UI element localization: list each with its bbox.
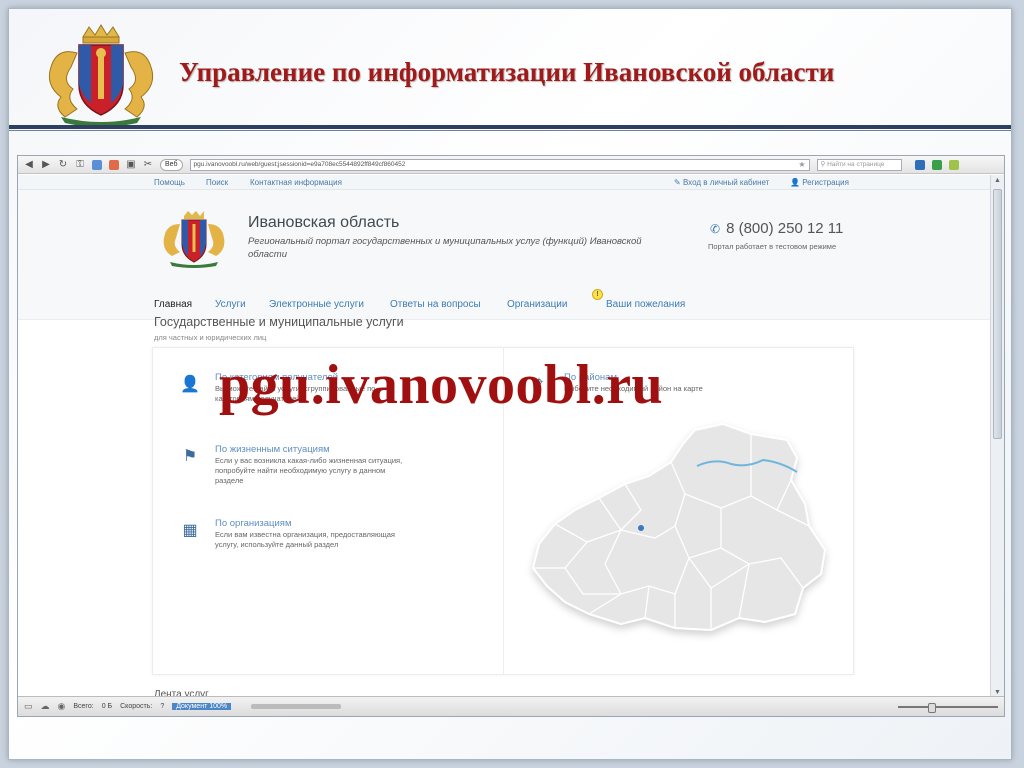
category-organizations-title[interactable]: По организациям [215,518,291,529]
person-icon: 👤 [180,376,200,393]
site-name: Ивановская область [248,214,400,231]
speed-dial-icon[interactable]: ◉ [58,701,66,712]
reload-icon[interactable]: ↻ [58,159,68,170]
category-organizations[interactable]: ▦ По организациям Если вам известна орга… [180,518,420,558]
slide: Управление по информатизации Ивановской … [8,8,1012,760]
web-page: Помощь Поиск Контактная информация ✎ Вхо… [18,175,990,698]
tools-icon[interactable]: ✂ [143,159,153,170]
total-value: 0 Б [101,703,113,710]
phone-number: ✆ 8 (800) 250 12 11 [710,220,843,237]
header-divider [9,125,1011,129]
site-header: Ивановская область Региональный портал г… [18,190,990,290]
building-icon: ▦ [182,522,198,539]
help-link[interactable]: Помощь [154,178,185,187]
save-icon[interactable] [914,159,925,170]
panel-icon[interactable]: ▭ [24,701,33,712]
coat-of-arms-logo [48,24,154,127]
image-icon[interactable]: ▣ [126,159,136,170]
register-link[interactable]: 👤 Регистрация [790,178,849,187]
horizontal-scrollbar[interactable] [251,704,342,709]
translate-icon[interactable] [931,159,942,170]
flag-icon: ⚑ [182,448,198,465]
overlay-url: pgu.ivanovoobl.ru [219,354,664,416]
scroll-down-icon[interactable]: ▼ [994,689,1001,696]
star-icon[interactable]: ★ [798,160,805,170]
map-marker[interactable] [638,525,644,531]
address-bar[interactable]: pgu.ivanovoobl.ru/web/guest;jsessionid=e… [189,158,810,171]
address-text: pgu.ivanovoobl.ru/web/guest;jsessionid=e… [193,160,406,168]
find-input[interactable]: ⚲ Найти на странице [816,158,902,171]
forward-icon[interactable]: ▶ [41,159,51,170]
category-life-situations-desc: Если у вас возникла какая-либо жизненная… [215,456,403,485]
scroll-up-icon[interactable]: ▲ [994,177,1001,184]
google-icon[interactable] [92,159,102,170]
menu-faq[interactable]: Ответы на вопросы [390,299,481,310]
key-icon[interactable]: ⚿ [75,159,85,170]
region-map[interactable] [525,418,835,648]
document-progress: Документ 100% [172,703,232,710]
speed-value: ? [160,703,165,710]
total-label: Всего: [73,703,94,710]
login-text: Вход в личный кабинет [682,178,770,187]
web-button[interactable]: Веб [160,158,183,171]
browser-toolbar: ◀ ▶ ↻ ⚿ ▣ ✂ Веб pgu.ivanovoobl.ru/web/gu… [18,156,1004,174]
find-placeholder: Найти на странице [827,160,885,168]
phone-note: Портал работает в тестовом режиме [708,242,837,251]
scrollbar-thumb[interactable] [993,189,1002,439]
menu-orgs[interactable]: Организации [507,299,567,310]
bookmark-icon[interactable] [109,159,119,170]
browser-screenshot: ◀ ▶ ↻ ⚿ ▣ ✂ Веб pgu.ivanovoobl.ru/web/gu… [17,155,1005,717]
section-title: Государственные и муниципальные услуги [154,315,404,329]
section-subtitle: для частных и юридических лиц [154,333,267,342]
header-divider-thin [9,130,1011,131]
search-icon: ⚲ [820,160,826,168]
download-icon[interactable] [948,159,959,170]
speed-label: Скорость: [120,703,153,710]
cloud-icon[interactable]: ☁ [41,701,50,712]
warning-icon: ! [592,289,603,300]
site-description: Региональный портал государственных и му… [248,236,642,260]
phone-text: 8 (800) 250 12 11 [726,220,844,237]
menu-e-services[interactable]: Электронные услуги [269,299,364,310]
menu-wishes[interactable]: Ваши пожелания [606,299,685,310]
category-life-situations[interactable]: ⚑ По жизненным ситуациям Если у вас возн… [180,444,420,485]
slide-title: Управление по информатизации Ивановской … [179,57,835,87]
search-link[interactable]: Поиск [206,178,228,187]
back-icon[interactable]: ◀ [24,159,34,170]
slide-header: Управление по информатизации Ивановской … [9,9,1011,127]
site-coat-of-arms-logo[interactable] [154,210,234,270]
category-organizations-desc: Если вам известна организация, предостав… [215,530,395,549]
menu-home[interactable]: Главная [154,299,192,310]
register-text: Регистрация [802,178,849,187]
phone-icon: ✆ [710,222,721,236]
login-link[interactable]: ✎ Вход в личный кабинет [674,178,769,187]
contacts-link[interactable]: Контактная информация [250,178,342,187]
status-bar: ▭ ☁ ◉ Всего: 0 Б Скорость: ? Документ 10… [18,696,1004,716]
category-life-situations-title[interactable]: По жизненным ситуациям [215,444,330,455]
menu-services[interactable]: Услуги [215,299,246,310]
site-topnav: Помощь Поиск Контактная информация ✎ Вхо… [18,175,990,190]
vertical-scrollbar[interactable]: ▲ ▼ [990,175,1004,698]
zoom-slider[interactable] [898,702,998,713]
